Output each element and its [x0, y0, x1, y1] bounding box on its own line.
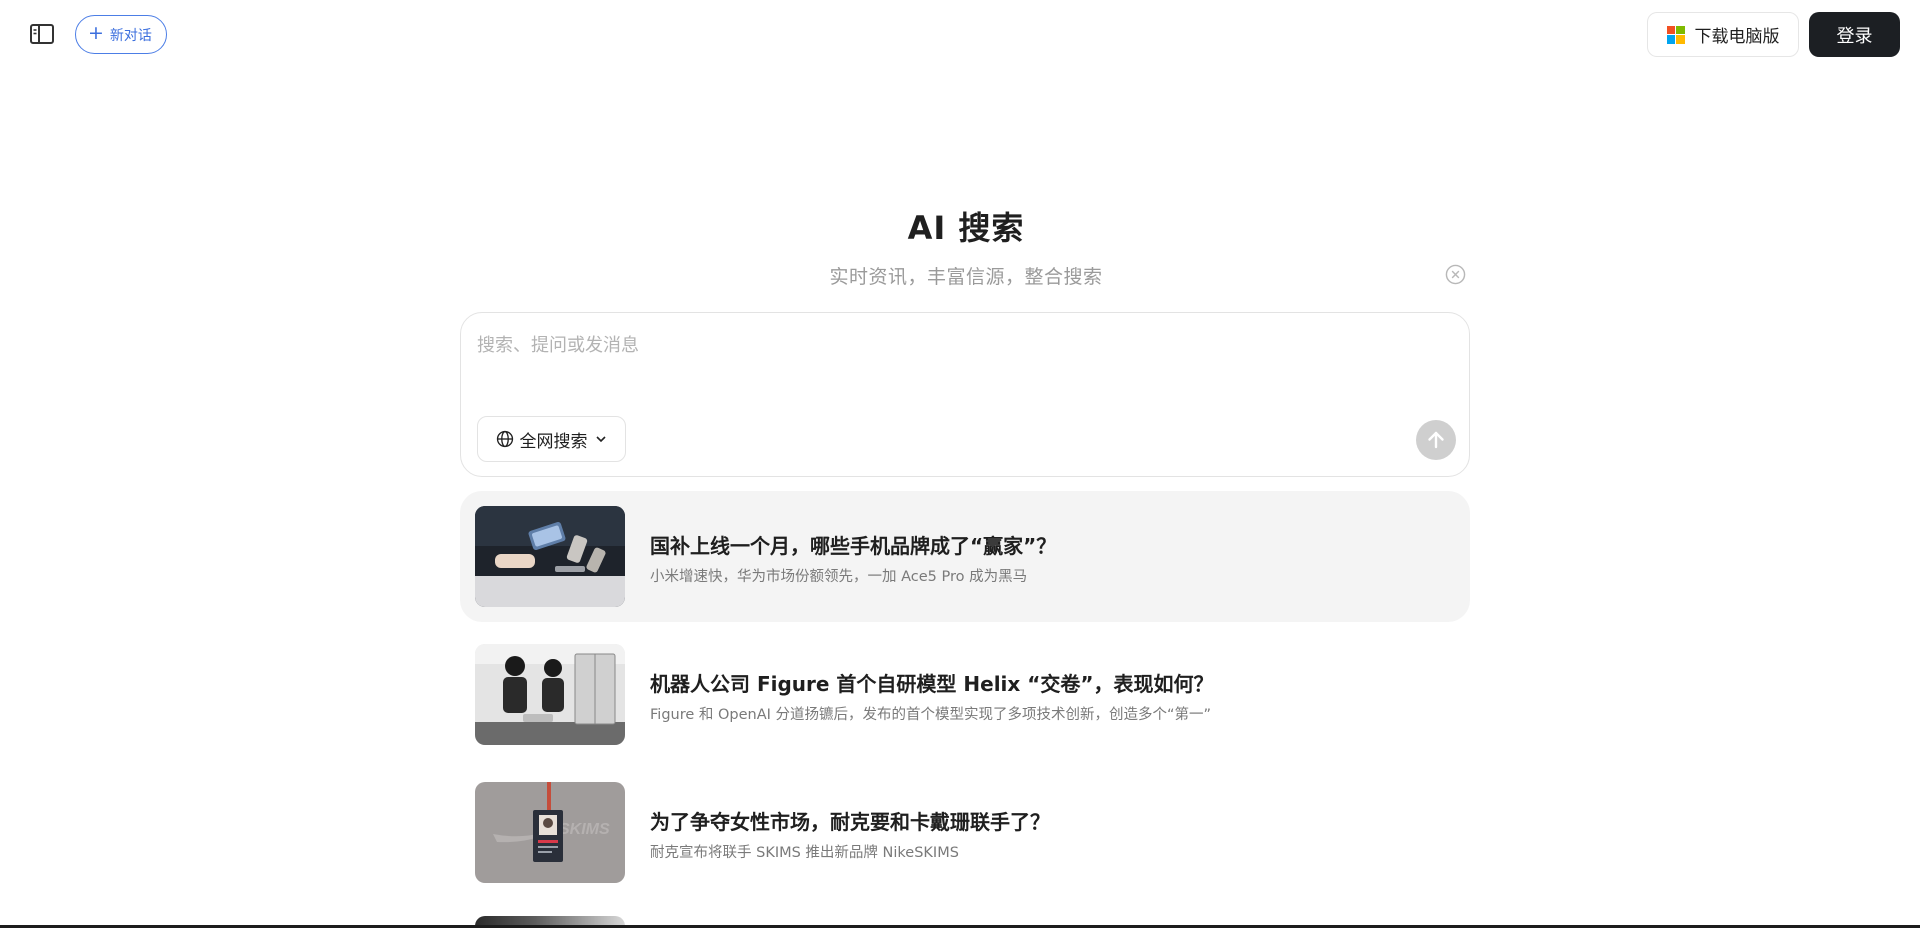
thumb-badge-text: SKIMS — [559, 821, 610, 838]
news-title: 机器人公司 Figure 首个自研模型 Helix “交卷”，表现如何？ — [650, 672, 1214, 696]
close-circle-icon[interactable] — [1445, 264, 1466, 285]
chevron-down-icon — [595, 436, 606, 443]
news-title: 国补上线一个月，哪些手机品牌成了“赢家”？ — [650, 534, 1057, 558]
new-chat-label: 新对话 — [109, 27, 152, 44]
new-chat-button[interactable]: + 新对话 — [75, 15, 167, 54]
news-summary: 小米增速快，华为市场份额领先，一加 Ace5 Pro 成为黑马 — [650, 569, 1028, 585]
download-desktop-label: 下载电脑版 — [1694, 27, 1780, 47]
download-desktop-button[interactable]: 下载电脑版 — [1647, 12, 1799, 57]
news-summary: Figure 和 OpenAI 分道扬镳后，发布的首个模型实现了多项技术创新，创… — [650, 707, 1212, 723]
news-item[interactable]: 国补上线一个月，哪些手机品牌成了“赢家”？ 小米增速快，华为市场份额领先，一加 … — [460, 491, 1470, 622]
sidebar-panel-icon — [30, 24, 54, 44]
search-input[interactable] — [477, 331, 1437, 391]
globe-icon — [496, 430, 513, 448]
news-title: 为了争夺女性市场，耐克要和卡戴珊联手了？ — [650, 810, 1050, 834]
page-title: AI 搜索 — [907, 209, 1025, 247]
news-summary: 耐克宣布将联手 SKIMS 推出新品牌 NikeSKIMS — [650, 845, 959, 861]
search-scope-dropdown[interactable]: 全网搜索 — [477, 416, 626, 462]
top-bar: + 新对话 下载电脑版 登录 — [0, 0, 1920, 70]
search-box: 全网搜索 — [460, 312, 1470, 477]
humanoid-robot-photo — [475, 644, 625, 745]
search-scope-label: 全网搜索 — [519, 431, 588, 452]
news-item[interactable]: SKIMS 为了争夺女性市场，耐克要和卡戴珊联手了？ 耐克宣布将联手 SKIMS… — [460, 767, 1470, 898]
send-button[interactable] — [1416, 420, 1456, 460]
windows-logo-icon — [1666, 25, 1685, 44]
login-button[interactable]: 登录 — [1809, 12, 1900, 57]
page-subtitle: 实时资讯，丰富信源，整合搜索 — [829, 266, 1103, 288]
plus-icon: + — [88, 22, 104, 44]
lanyard-badge-photo: SKIMS — [475, 782, 625, 883]
news-list: 国补上线一个月，哪些手机品牌成了“赢家”？ 小米增速快，华为市场份额领先，一加 … — [460, 491, 1470, 905]
sidebar-toggle-button[interactable] — [29, 22, 55, 46]
arrow-up-icon — [1428, 431, 1444, 449]
phone-store-photo — [475, 506, 625, 607]
news-item[interactable]: 机器人公司 Figure 首个自研模型 Helix “交卷”，表现如何？ Fig… — [460, 629, 1470, 760]
